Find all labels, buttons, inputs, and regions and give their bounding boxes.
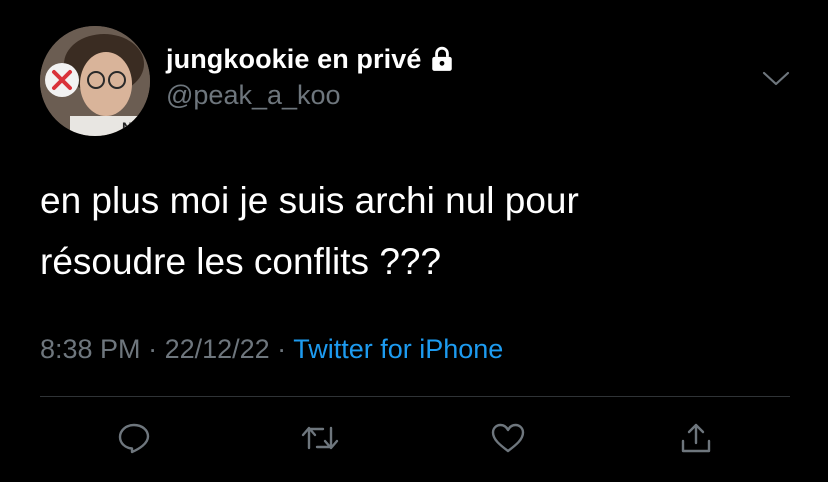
divider [40, 396, 790, 397]
tweet-date: 22/12/22 [164, 334, 270, 364]
share-icon [681, 423, 711, 453]
display-name[interactable]: jungkookie en privé [166, 44, 421, 75]
chevron-down-icon[interactable] [761, 66, 791, 90]
tweet-meta: 8:38 PM · 22/12/22 · Twitter for iPhone [40, 334, 503, 365]
tweet-text-line: en plus moi je suis archi nul pour [40, 180, 579, 221]
lock-icon [429, 46, 455, 72]
retweet-icon [301, 426, 339, 450]
svg-text:N: N [122, 119, 132, 135]
tweet-text: en plus moi je suis archi nul pour résou… [40, 170, 800, 292]
like-icon [491, 423, 525, 453]
tweet-header: jungkookie en privé @peak_a_koo [166, 42, 455, 111]
like-button[interactable] [488, 418, 528, 458]
tweet-text-line: résoudre les conflits ??? [40, 241, 442, 282]
reply-button[interactable] [114, 418, 154, 458]
share-button[interactable] [676, 418, 716, 458]
retweet-button[interactable] [300, 418, 340, 458]
user-handle[interactable]: @peak_a_koo [166, 80, 455, 111]
meta-separator: · [140, 334, 165, 364]
meta-separator: · [269, 334, 294, 364]
tweet-source-link[interactable]: Twitter for iPhone [293, 334, 503, 364]
avatar-photo: N [40, 26, 150, 136]
reply-icon [118, 423, 150, 454]
tweet-time: 8:38 PM [40, 334, 141, 364]
avatar[interactable]: N [40, 26, 150, 136]
